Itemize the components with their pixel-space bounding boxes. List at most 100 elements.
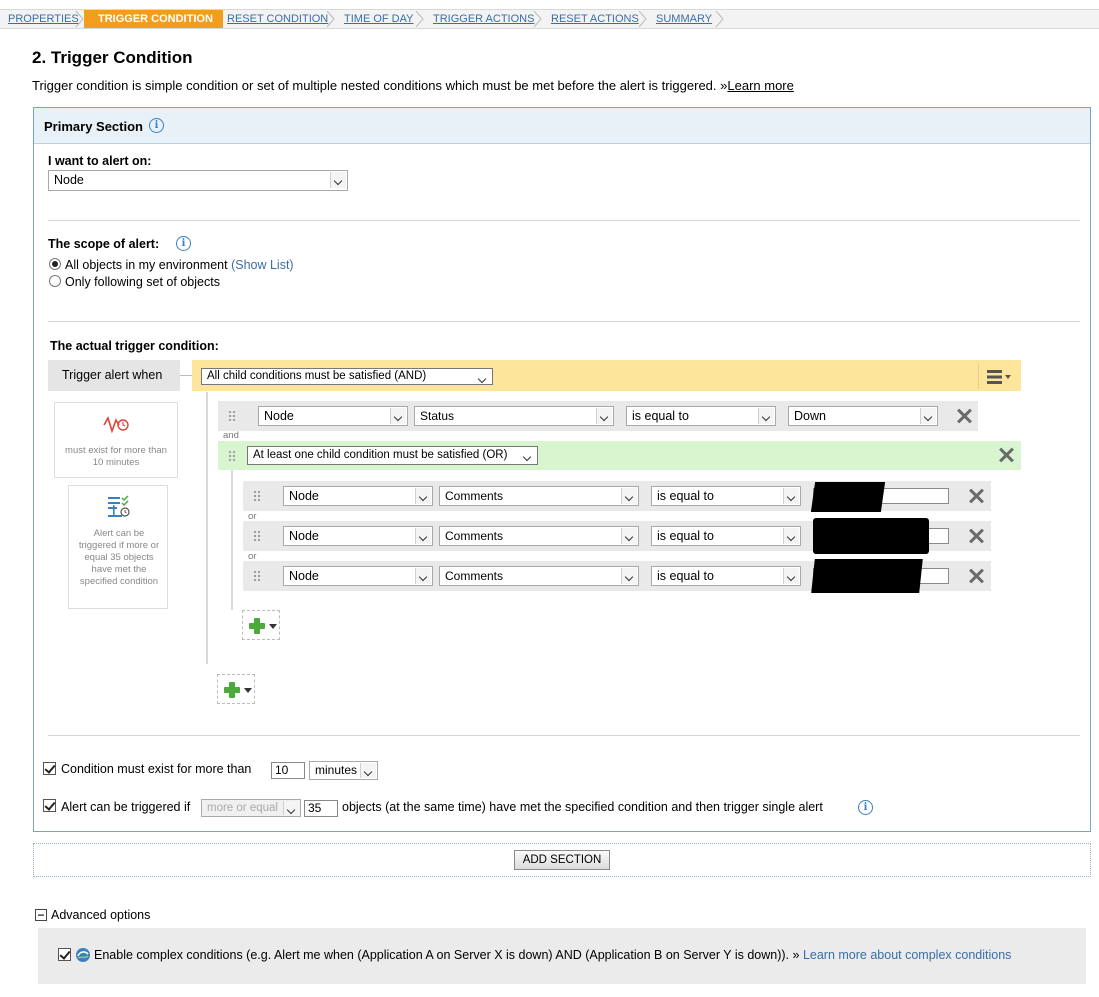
condition-field-select[interactable]: Comments bbox=[439, 486, 639, 506]
condition-operator-select[interactable]: is equal to bbox=[651, 526, 801, 546]
chevron-down-icon bbox=[783, 488, 799, 504]
alert-on-value: Node bbox=[54, 173, 84, 187]
trigger-count-input[interactable]: 35 bbox=[304, 800, 338, 817]
condition-row: Node Comments is equal to bbox=[243, 518, 991, 554]
step-properties[interactable]: PROPERTIES bbox=[8, 10, 79, 28]
scope-label: The scope of alert: bbox=[48, 237, 160, 251]
add-child-condition-button[interactable] bbox=[242, 610, 280, 640]
drag-handle-icon[interactable] bbox=[253, 570, 261, 582]
trigger-when-box: Trigger alert when bbox=[48, 360, 180, 391]
chevron-right-icon bbox=[638, 11, 647, 27]
caret-down-icon bbox=[244, 688, 252, 693]
condition-operator-select[interactable]: is equal to bbox=[651, 566, 801, 586]
learn-more-link[interactable]: Learn more bbox=[727, 78, 793, 93]
add-section-button[interactable]: ADD SECTION bbox=[514, 850, 610, 870]
chevron-down-icon bbox=[415, 528, 431, 544]
drag-handle-icon[interactable] bbox=[253, 490, 261, 502]
wizard-breadcrumb: PROPERTIES TRIGGER CONDITION RESET CONDI… bbox=[0, 9, 1099, 29]
side-card-count-text: Alert can be triggered if more or equal … bbox=[78, 528, 160, 587]
redacted-value bbox=[811, 559, 923, 593]
condition-object-select[interactable]: Node bbox=[283, 486, 433, 506]
page-title: 2. Trigger Condition bbox=[32, 48, 193, 67]
plus-icon bbox=[224, 682, 240, 698]
delete-condition-icon[interactable] bbox=[968, 528, 984, 544]
delete-group-icon[interactable] bbox=[998, 447, 1014, 463]
chevron-down-icon bbox=[415, 568, 431, 584]
delete-condition-icon[interactable] bbox=[968, 488, 984, 504]
exist-duration-input[interactable]: 10 bbox=[271, 762, 305, 779]
step-reset-actions[interactable]: RESET ACTIONS bbox=[551, 10, 639, 28]
chevron-down-icon bbox=[520, 448, 536, 464]
trigger-count-checkbox[interactable] bbox=[43, 799, 56, 812]
condition-object-select[interactable]: Node bbox=[258, 406, 408, 426]
chevron-down-icon bbox=[621, 568, 637, 584]
hamburger-menu-icon bbox=[987, 370, 1011, 384]
condition-field-select[interactable]: Status bbox=[414, 406, 614, 426]
condition-object-select[interactable]: Node bbox=[283, 526, 433, 546]
info-icon[interactable]: i bbox=[858, 800, 873, 815]
scope-all-radio[interactable] bbox=[49, 258, 61, 270]
condition-operator-select[interactable]: is equal to bbox=[626, 406, 776, 426]
complex-conditions-checkbox[interactable] bbox=[58, 948, 71, 961]
drag-handle-icon[interactable] bbox=[253, 530, 261, 542]
collapse-icon[interactable] bbox=[35, 909, 47, 921]
condition-row: Node Comments is equal to bbox=[243, 481, 991, 512]
trigger-compare-value: more or equal bbox=[207, 802, 278, 814]
chevron-down-icon bbox=[596, 408, 612, 424]
chevron-down-icon bbox=[758, 408, 774, 424]
advanced-options-panel: Enable complex conditions (e.g. Alert me… bbox=[38, 928, 1086, 984]
step-trigger-actions[interactable]: TRIGGER ACTIONS bbox=[433, 10, 534, 28]
show-list-link[interactable]: (Show List) bbox=[231, 258, 294, 272]
step-time-of-day[interactable]: TIME OF DAY bbox=[344, 10, 413, 28]
complex-link-prefix: » bbox=[792, 948, 800, 962]
alert-on-select[interactable]: Node bbox=[48, 170, 348, 191]
intro-description: Trigger condition is simple condition or… bbox=[32, 78, 717, 93]
intro-text: Trigger condition is simple condition or… bbox=[32, 78, 794, 93]
condition-object-value: Node bbox=[264, 409, 294, 423]
scope-only-radio[interactable] bbox=[49, 275, 61, 287]
chevron-right-icon bbox=[415, 11, 424, 27]
exist-unit-select[interactable]: minutes bbox=[309, 761, 378, 780]
scope-all-label: All objects in my environment (Show List… bbox=[65, 258, 294, 272]
drag-handle-icon[interactable] bbox=[228, 450, 236, 462]
info-icon[interactable]: i bbox=[176, 236, 191, 251]
condition-operator-select[interactable]: is equal to bbox=[651, 486, 801, 506]
group-menu-button[interactable] bbox=[978, 363, 1019, 389]
learn-more-complex-link[interactable]: Learn more about complex conditions bbox=[803, 948, 1011, 962]
step-summary[interactable]: SUMMARY bbox=[656, 10, 712, 28]
tree-line bbox=[231, 470, 233, 610]
trigger-compare-select[interactable]: more or equal bbox=[201, 799, 301, 817]
condition-object-select[interactable]: Node bbox=[283, 566, 433, 586]
condition-operator-value: is equal to bbox=[657, 529, 714, 543]
divider bbox=[48, 735, 1080, 736]
delete-condition-icon[interactable] bbox=[956, 408, 972, 424]
chevron-down-icon bbox=[283, 801, 299, 815]
redacted-value bbox=[810, 482, 886, 512]
and-group-value: All child conditions must be satisfied (… bbox=[207, 370, 427, 382]
and-group-bar: All child conditions must be satisfied (… bbox=[192, 360, 1021, 391]
condition-operator-value: is equal to bbox=[657, 569, 714, 583]
step-reset-condition[interactable]: RESET CONDITION bbox=[227, 10, 328, 28]
scope-only-label: Only following set of objects bbox=[65, 275, 220, 289]
condition-operator-value: is equal to bbox=[632, 409, 689, 423]
step-trigger-condition[interactable]: TRIGGER CONDITION bbox=[84, 10, 223, 28]
primary-section-title: Primary Section bbox=[44, 119, 143, 134]
trigger-count-label-pre: Alert can be triggered if bbox=[61, 800, 191, 814]
tree-line bbox=[206, 392, 208, 664]
add-condition-button[interactable] bbox=[217, 674, 255, 704]
condition-field-value: Comments bbox=[445, 569, 504, 583]
chevron-down-icon bbox=[390, 408, 406, 424]
condition-field-select[interactable]: Comments bbox=[439, 566, 639, 586]
drag-handle-icon[interactable] bbox=[228, 410, 236, 422]
chevron-right-icon bbox=[715, 11, 724, 27]
condition-field-value: Comments bbox=[445, 529, 504, 543]
condition-value-select[interactable]: Down bbox=[788, 406, 938, 426]
delete-condition-icon[interactable] bbox=[968, 568, 984, 584]
condition-field-select[interactable]: Comments bbox=[439, 526, 639, 546]
complex-conditions-label: Enable complex conditions (e.g. Alert me… bbox=[94, 948, 1011, 962]
info-icon[interactable]: i bbox=[149, 118, 164, 133]
list-check-clock-icon bbox=[108, 495, 130, 517]
and-group-select[interactable]: All child conditions must be satisfied (… bbox=[201, 368, 493, 385]
or-group-select[interactable]: At least one child condition must be sat… bbox=[247, 446, 538, 465]
exist-checkbox[interactable] bbox=[43, 762, 56, 775]
